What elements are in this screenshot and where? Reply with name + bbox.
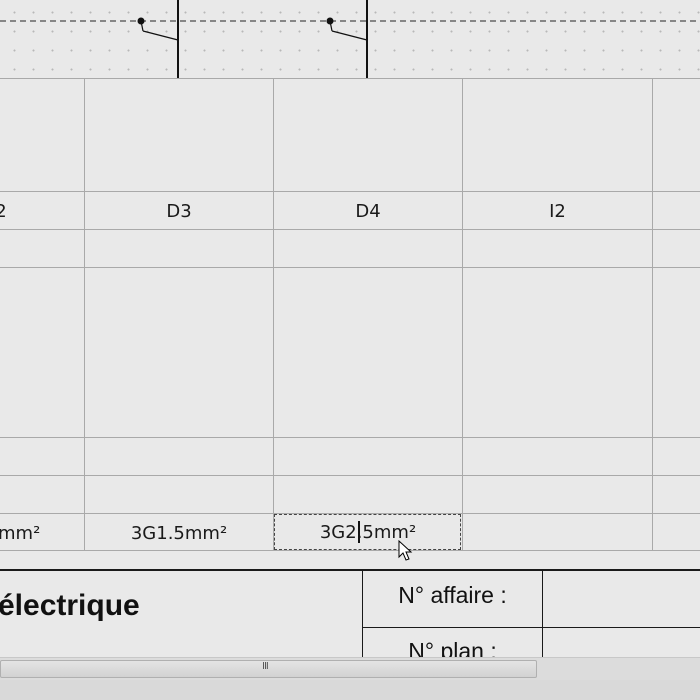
affaire-number-label: N° affaire : (398, 582, 507, 608)
title-block-title: électrique (0, 589, 140, 622)
cable-section-d3[interactable]: 3G1.5mm² (85, 523, 273, 544)
switch-symbol-d4 (326, 0, 368, 78)
circuit-label-1[interactable]: 2 (0, 201, 8, 222)
circuit-label-d3[interactable]: D3 (85, 201, 273, 222)
status-area (0, 680, 700, 700)
circuit-label-i2[interactable]: I2 (463, 201, 652, 222)
schematic-drawing[interactable] (0, 0, 700, 80)
text-cursor (358, 521, 360, 543)
cable-section-d4[interactable]: 3G2.5mm² (274, 522, 462, 543)
switch-symbol-d3 (137, 0, 179, 78)
horizontal-scrollbar-thumb[interactable]: III (0, 660, 537, 678)
circuit-label-d4[interactable]: D4 (274, 201, 462, 222)
cable-section-1[interactable]: mm² (0, 523, 40, 544)
mouse-pointer-icon (398, 540, 413, 561)
scrollbar-grip-icon: III (262, 661, 269, 672)
